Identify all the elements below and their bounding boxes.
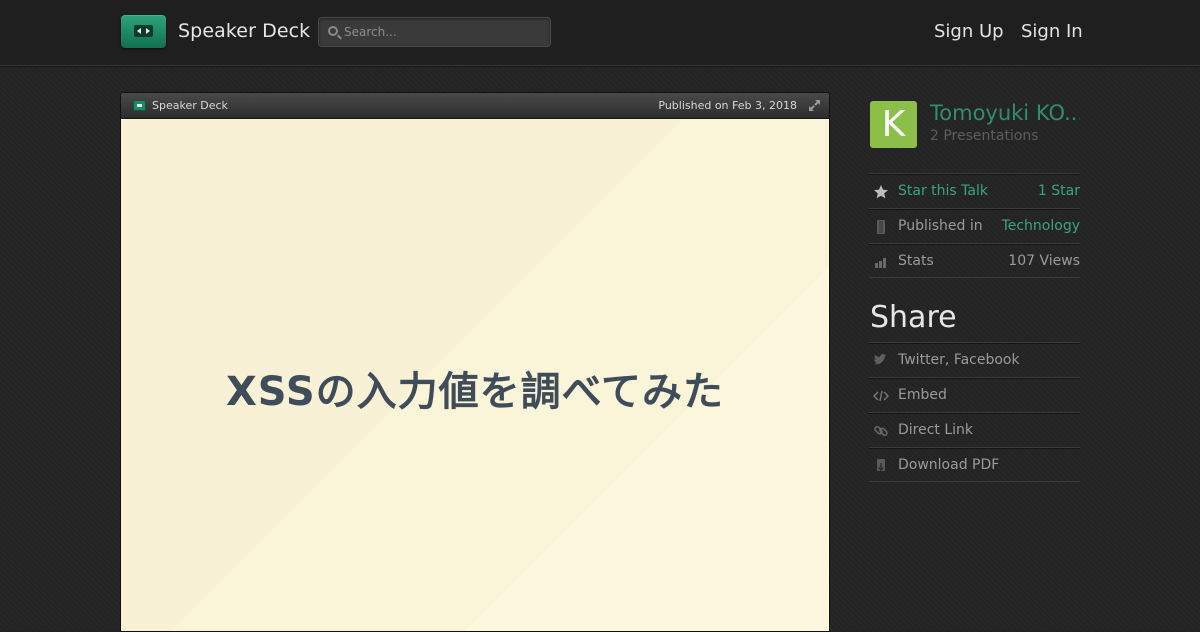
author-name-link[interactable]: Tomoyuki KO...	[930, 101, 1080, 125]
slide-player: Speaker Deck Published on Feb 3, 2018 XS…	[120, 92, 830, 632]
embed-link[interactable]: Embed	[898, 387, 947, 403]
speaker-deck-mini-logo-icon[interactable]	[133, 100, 146, 111]
speaker-deck-logo-icon[interactable]	[121, 15, 166, 48]
player-toolbar: Speaker Deck Published on Feb 3, 2018	[121, 93, 829, 119]
talk-meta-list: Star this Talk 1 Star Published in Techn…	[869, 173, 1080, 278]
category-link[interactable]: Technology	[1002, 218, 1080, 234]
bookmark-icon	[877, 220, 885, 234]
star-count[interactable]: 1 Star	[1038, 183, 1080, 199]
published-in-label: Published in	[898, 218, 983, 234]
star-icon	[874, 185, 888, 199]
share-list: Twitter, Facebook Embed Direct Link Down…	[869, 342, 1080, 482]
search-box[interactable]	[318, 17, 551, 47]
published-in-row: Published in Technology	[869, 208, 1080, 243]
download-row[interactable]: Download PDF	[869, 447, 1080, 482]
direct-link-row[interactable]: Direct Link	[869, 412, 1080, 447]
share-social-link[interactable]: Twitter, Facebook	[898, 352, 1020, 368]
bar-chart-icon	[875, 258, 886, 268]
views-count: 107 Views	[1008, 253, 1080, 269]
star-talk-link[interactable]: Star this Talk	[898, 183, 988, 199]
stats-row: Stats 107 Views	[869, 243, 1080, 278]
link-icon	[874, 425, 888, 436]
share-heading: Share	[870, 300, 957, 335]
sign-in-link[interactable]: Sign In	[1021, 21, 1083, 42]
brand-link[interactable]: Speaker Deck	[178, 20, 310, 42]
bird-icon	[874, 354, 887, 365]
code-icon	[873, 390, 889, 402]
slide-canvas[interactable]: XSSの入力値を調べてみた	[121, 119, 829, 631]
published-date: Published on Feb 3, 2018	[658, 99, 797, 112]
search-icon	[328, 26, 338, 36]
star-row[interactable]: Star this Talk 1 Star	[869, 173, 1080, 208]
top-navbar: Speaker Deck Sign Up Sign In	[0, 0, 1200, 66]
embed-row[interactable]: Embed	[869, 377, 1080, 412]
search-input[interactable]	[344, 18, 544, 46]
share-social-row[interactable]: Twitter, Facebook	[869, 342, 1080, 377]
avatar[interactable]: K	[870, 101, 917, 148]
presentation-count: 2 Presentations	[930, 128, 1039, 144]
stats-label: Stats	[898, 253, 934, 269]
direct-link[interactable]: Direct Link	[898, 422, 973, 438]
expand-icon[interactable]	[809, 100, 820, 111]
player-brand[interactable]: Speaker Deck	[152, 99, 228, 112]
slide-title: XSSの入力値を調べてみた	[225, 369, 725, 415]
download-icon	[877, 459, 885, 471]
sign-up-link[interactable]: Sign Up	[934, 21, 1004, 42]
download-pdf-link[interactable]: Download PDF	[898, 457, 999, 473]
